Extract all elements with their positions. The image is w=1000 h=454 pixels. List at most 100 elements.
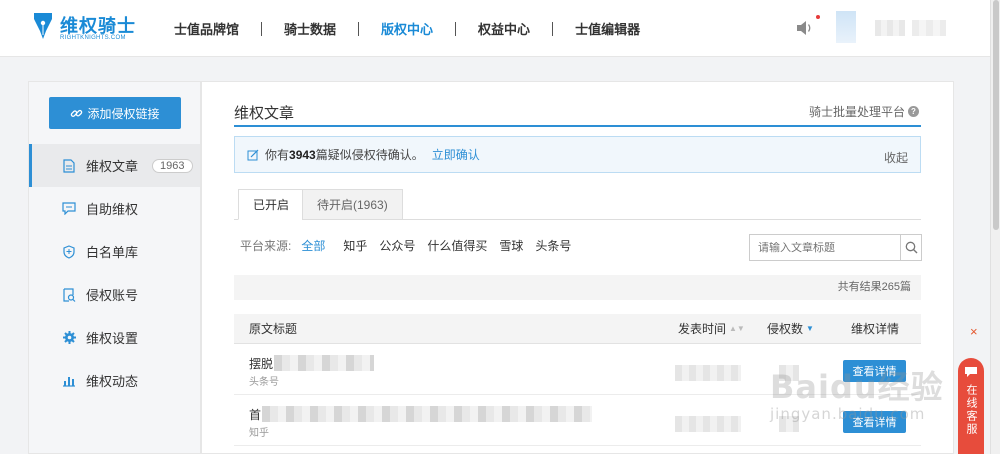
sidebar-item-rights-articles[interactable]: 维权文章 1963 (29, 144, 200, 187)
confirm-now-link[interactable]: 立即确认 (432, 146, 480, 163)
platform-option-smzdm[interactable]: 什么值得买 (427, 237, 487, 254)
collapse-link[interactable]: 收起 (884, 149, 908, 166)
column-header-count[interactable]: 侵权数 ▼ (767, 314, 814, 344)
sidebar-item-whitelist[interactable]: 白名单库 (29, 230, 200, 273)
sidebar-item-activity[interactable]: 维权动态 (29, 359, 200, 402)
sidebar-item-label: 自助维权 (86, 202, 139, 217)
platform-option-all[interactable]: 全部 (301, 237, 325, 254)
username-blurred (912, 20, 946, 36)
nav-item-copyright-center[interactable]: 版权中心 (381, 19, 433, 38)
sort-icon: ▲▼ (729, 324, 745, 333)
view-detail-button[interactable]: 查看详情 (843, 411, 906, 433)
bar-chart-icon (62, 374, 76, 388)
platform-option-toutiao[interactable]: 头条号 (535, 237, 571, 254)
main-panel: 维权文章 骑士批量处理平台 ? 你有 3943 篇疑似侵权待确认。 立即确认 收起 … (201, 81, 954, 454)
bulk-processing-link[interactable]: 骑士批量处理平台 ? (809, 103, 919, 120)
platform-filter-label: 平台来源: (240, 239, 292, 253)
top-navbar: 维权骑士 RIGHTKNIGHTS.COM 士值品牌馆 骑士数据 版权中心 权益… (0, 0, 990, 57)
nav-item-brand-hall[interactable]: 士值品牌馆 (174, 19, 239, 38)
speaker-icon[interactable] (796, 20, 814, 36)
pending-count: 3943 (289, 147, 316, 162)
add-infringing-link-button[interactable]: 添加侵权链接 (49, 97, 181, 129)
notice-prefix: 你有 (265, 148, 290, 162)
online-service-button[interactable]: 在线客服 (958, 358, 984, 454)
gear-icon (62, 331, 76, 345)
article-search (749, 234, 922, 261)
column-detail-label: 维权详情 (851, 322, 900, 336)
chat-icon (62, 202, 76, 216)
avatar[interactable] (836, 11, 856, 43)
edit-note-icon (247, 149, 259, 160)
sidebar-item-label: 维权动态 (86, 374, 139, 389)
detail-button-label: 查看详情 (852, 366, 897, 378)
shield-icon (62, 244, 76, 259)
article-count-badge: 1963 (152, 158, 193, 173)
page-scrollbar[interactable] (990, 0, 1000, 454)
page-title: 维权文章 (234, 105, 295, 122)
article-title[interactable]: 首 (249, 406, 261, 423)
search-input[interactable] (750, 241, 900, 254)
sidebar: 添加侵权链接 维权文章 1963 自助维权 白名单库 侵权账号 维权设置 维权动… (28, 81, 201, 454)
sort-desc-icon: ▼ (806, 324, 814, 333)
result-count-bar: 共有结果265篇 (234, 275, 921, 300)
document-icon (62, 158, 76, 173)
title-underline (234, 125, 921, 127)
result-count: 共有结果265篇 (837, 281, 911, 293)
blurred-title (274, 355, 374, 371)
column-time-label: 发表时间 (678, 322, 727, 336)
column-count-label: 侵权数 (767, 322, 804, 336)
blurred-count (779, 416, 799, 432)
search-doc-icon (62, 287, 76, 302)
sidebar-menu: 维权文章 1963 自助维权 白名单库 侵权账号 维权设置 维权动态 (29, 144, 200, 402)
platform-option-zhihu[interactable]: 知乎 (343, 237, 367, 254)
chat-bubble-icon (965, 367, 977, 377)
add-button-label: 添加侵权链接 (87, 106, 160, 121)
nav-divider (358, 21, 360, 36)
tab-enabled[interactable]: 已开启 (238, 189, 305, 220)
view-detail-button[interactable]: 查看详情 (843, 360, 906, 382)
article-source: 知乎 (249, 428, 269, 439)
sidebar-item-self-service[interactable]: 自助维权 (29, 187, 200, 230)
brand-logo[interactable]: 维权骑士 RIGHTKNIGHTS.COM (32, 10, 142, 46)
blurred-title (262, 406, 592, 422)
username-blurred (875, 20, 905, 36)
nav-item-rights-center[interactable]: 权益中心 (478, 19, 530, 38)
nav-item-knight-data[interactable]: 骑士数据 (284, 19, 336, 38)
sidebar-item-label: 维权设置 (86, 331, 139, 346)
platform-option-xueqiu[interactable]: 雪球 (499, 237, 523, 254)
main-nav: 士值品牌馆 骑士数据 版权中心 权益中心 士值编辑器 (174, 0, 640, 57)
online-service-label: 在线客服 (965, 384, 977, 436)
pending-notice-banner: 你有 3943 篇疑似侵权待确认。 立即确认 收起 (234, 136, 921, 173)
nav-divider (552, 21, 554, 36)
sidebar-item-settings[interactable]: 维权设置 (29, 316, 200, 359)
column-header-time[interactable]: 发表时间 ▲▼ (678, 314, 745, 344)
column-title-label: 原文标题 (249, 322, 298, 336)
help-icon[interactable]: ? (908, 106, 919, 117)
nav-divider (455, 21, 457, 36)
scrollbar-thumb[interactable] (993, 0, 999, 230)
sidebar-item-label: 维权文章 (86, 159, 139, 174)
bulk-link-label: 骑士批量处理平台 (808, 105, 905, 119)
notification-dot (816, 15, 820, 19)
search-button[interactable] (900, 235, 921, 260)
column-header-detail: 维权详情 (851, 314, 899, 344)
nav-divider (261, 21, 263, 36)
brand-domain: RIGHTKNIGHTS.COM (60, 35, 126, 41)
article-title[interactable]: 摆脱 (249, 355, 273, 372)
blurred-date (675, 416, 741, 432)
search-icon (905, 241, 917, 254)
sidebar-item-infringing-accounts[interactable]: 侵权账号 (29, 273, 200, 316)
close-float-icon[interactable]: × (970, 324, 978, 339)
notice-suffix: 篇疑似侵权待确认。 (315, 148, 424, 162)
column-header-title: 原文标题 (249, 314, 297, 344)
table-row: 首 知乎 查看详情 (234, 396, 921, 446)
table-row: 摆脱 头条号 查看详情 (234, 345, 921, 395)
nav-item-editor[interactable]: 士值编辑器 (575, 19, 640, 38)
article-source: 头条号 (249, 377, 279, 388)
tab-pending[interactable]: 待开启(1963) (302, 189, 403, 220)
link-icon (71, 109, 83, 117)
blurred-date (675, 365, 741, 381)
platform-option-wechat[interactable]: 公众号 (379, 237, 415, 254)
blurred-count (779, 365, 799, 381)
sidebar-item-label: 侵权账号 (86, 288, 139, 303)
